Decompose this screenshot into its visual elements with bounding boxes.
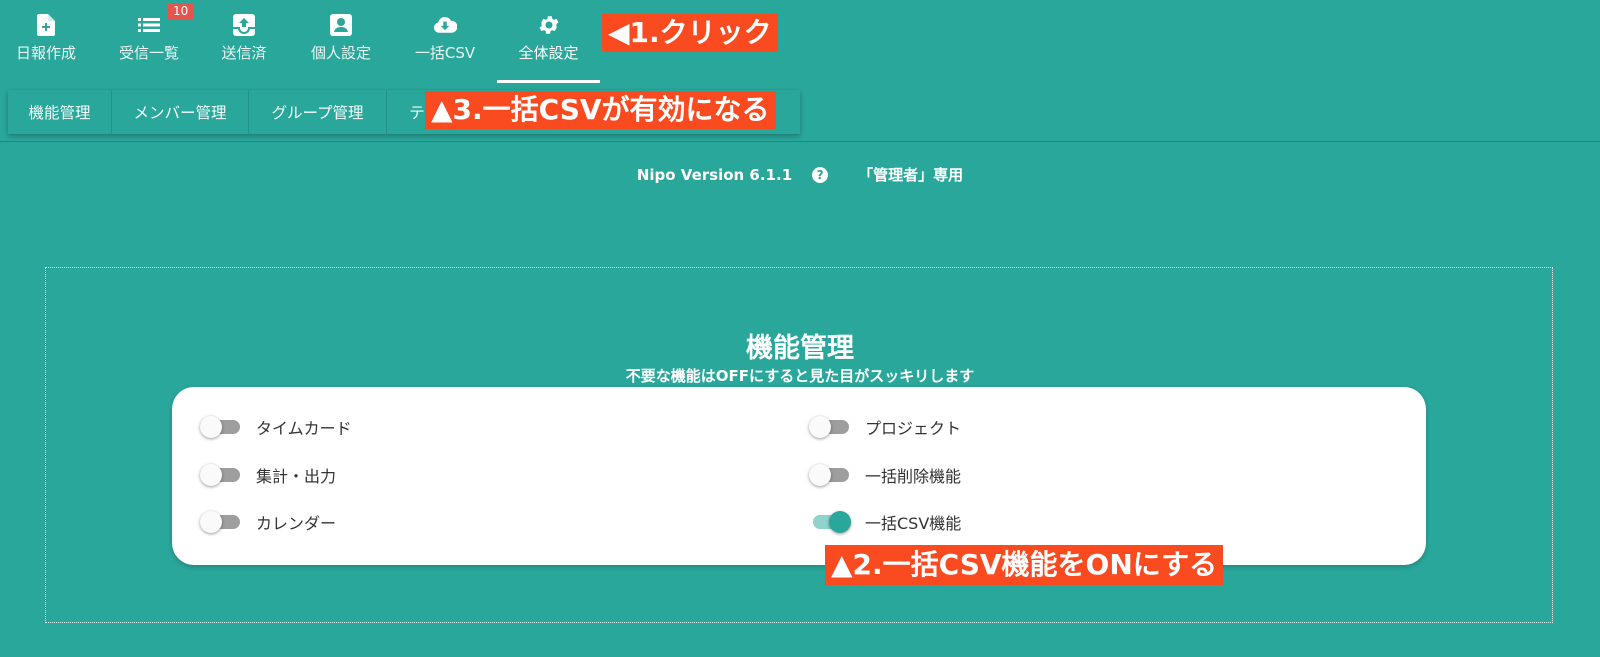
nav-label: 一括CSV: [414, 44, 476, 62]
toggle-switch[interactable]: [809, 415, 851, 439]
feature-label: タイムカード: [256, 419, 352, 438]
toggle-switch[interactable]: [200, 415, 242, 439]
feature-calendar[interactable]: カレンダー: [200, 510, 336, 534]
unread-count-badge: 10: [167, 3, 195, 20]
feature-label: 一括CSV機能: [865, 514, 962, 533]
nav-item-sent[interactable]: 送信済: [216, 0, 272, 82]
tab-group-management[interactable]: グループ管理: [249, 90, 387, 134]
feature-timecard[interactable]: タイムカード: [200, 415, 352, 439]
page-title: 機能管理: [746, 333, 854, 364]
step1-callout: ◀1.クリック: [602, 14, 778, 52]
step3-callout: ▲3.一括CSVが有効になる: [425, 91, 776, 129]
feature-project[interactable]: プロジェクト: [809, 415, 961, 439]
nav-item-personal-settings[interactable]: 個人設定: [307, 0, 375, 82]
feature-bulk-csv[interactable]: 一括CSV機能: [809, 510, 961, 534]
nav-label: 全体設定: [518, 44, 579, 62]
version-line: Nipo Version 6.1.1 ? 「管理者」専用: [0, 164, 1600, 185]
nav-item-global-settings[interactable]: 全体設定: [497, 0, 600, 83]
feature-label: 集計・出力: [256, 467, 337, 486]
admin-only-label: 「管理者」専用: [858, 166, 964, 184]
nav-label: 日報作成: [15, 44, 76, 62]
top-nav: 日報作成 受信一覧 10 送信済 個人設定 一括CSV 全体設定: [0, 0, 600, 83]
page-subtitle: 不要な機能はOFFにすると見た目がスッキリします: [625, 367, 975, 385]
feature-toggle-card: タイムカード 集計・出力 カレンダー プロジェクト 一括削除機能 一括CSV機能: [172, 387, 1426, 565]
cloud-download-icon: [433, 12, 457, 38]
gear-icon: [537, 12, 561, 38]
feature-label: プロジェクト: [865, 419, 962, 438]
toggle-switch[interactable]: [809, 510, 851, 534]
nav-item-inbox[interactable]: 受信一覧 10: [115, 0, 195, 82]
toggle-switch[interactable]: [809, 463, 851, 487]
add-document-icon: [34, 12, 58, 38]
tab-member-management[interactable]: メンバー管理: [112, 90, 249, 134]
tab-feature-management[interactable]: 機能管理: [8, 90, 112, 134]
person-card-icon: [329, 12, 353, 38]
step2-callout: ▲2.一括CSV機能をONにする: [825, 545, 1224, 585]
feature-summary-export[interactable]: 集計・出力: [200, 463, 336, 487]
feature-label: カレンダー: [256, 514, 337, 533]
header-divider: [0, 141, 1600, 142]
nav-item-bulk-csv[interactable]: 一括CSV: [410, 0, 480, 82]
version-text: Nipo Version 6.1.1: [636, 165, 793, 184]
outbox-icon: [232, 12, 256, 38]
toggle-switch[interactable]: [200, 463, 242, 487]
nav-label: 個人設定: [310, 44, 371, 62]
nav-label: 送信済: [221, 44, 267, 62]
help-icon[interactable]: ?: [812, 166, 829, 183]
feature-label: 一括削除機能: [865, 467, 962, 486]
nav-item-create-report[interactable]: 日報作成: [12, 0, 80, 82]
nav-label: 受信一覧: [118, 44, 179, 62]
feature-bulk-delete[interactable]: 一括削除機能: [809, 463, 961, 487]
list-icon: [137, 12, 161, 38]
toggle-switch[interactable]: [200, 510, 242, 534]
